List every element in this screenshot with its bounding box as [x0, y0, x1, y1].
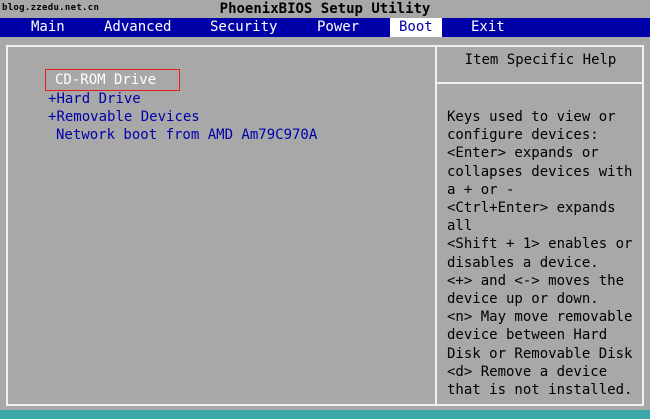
menu-main[interactable]: Main	[31, 18, 65, 37]
boot-item-label: Removable Devices	[56, 109, 200, 125]
status-strip	[0, 410, 650, 419]
menu-power[interactable]: Power	[317, 18, 359, 37]
app-title: PhoenixBIOS Setup Utility	[219, 1, 431, 17]
menu-boot[interactable]: Boot	[390, 18, 442, 37]
help-separator	[437, 82, 644, 84]
menu-bar: Main Advanced Security Power Boot Exit	[0, 18, 650, 37]
boot-item-label: Hard Drive	[56, 91, 141, 107]
help-title: Item Specific Help	[464, 52, 617, 68]
help-text: Keys used to view or configure devices: …	[447, 109, 633, 399]
boot-item-cdrom[interactable]: CD-ROM Drive	[55, 71, 156, 89]
boot-item-label: Network boot from AMD Am79C970A	[56, 127, 318, 143]
boot-item-removable-devices[interactable]: +Removable Devices	[48, 108, 200, 126]
boot-item-label: CD-ROM Drive	[55, 72, 157, 88]
boot-item-hard-drive[interactable]: +Hard Drive	[48, 90, 141, 108]
menu-advanced[interactable]: Advanced	[104, 18, 171, 37]
panel-divider	[435, 45, 437, 406]
title-bar: blog.zzedu.net.cn PhoenixBIOS Setup Util…	[0, 0, 650, 18]
menu-exit[interactable]: Exit	[471, 18, 505, 37]
boot-item-network[interactable]: Network boot from AMD Am79C970A	[56, 126, 317, 144]
menu-security[interactable]: Security	[210, 18, 277, 37]
